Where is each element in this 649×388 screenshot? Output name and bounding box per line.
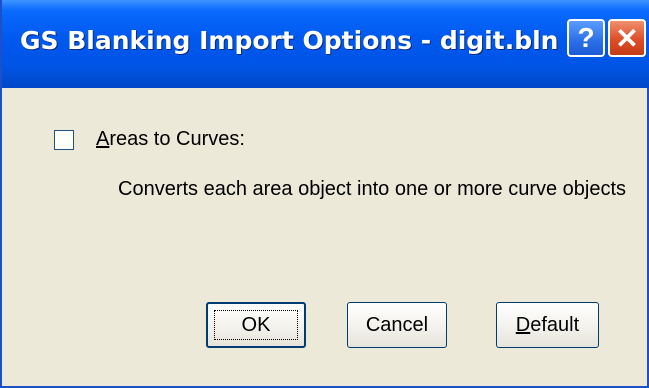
default-accelerator: D [515,313,531,336]
cancel-button-label: Cancel [365,313,429,336]
focus-rectangle [214,310,298,340]
default-button[interactable]: Default [496,302,599,348]
title-bar[interactable]: GS Blanking Import Options - digit.bln ?… [2,0,649,88]
dialog-window: GS Blanking Import Options - digit.bln ?… [0,0,649,388]
areas-to-curves-description: Converts each area object into one or mo… [118,178,627,200]
window-title: GS Blanking Import Options - digit.bln [20,26,559,55]
default-button-label: Default [516,314,579,337]
default-label-text: efault [530,313,580,336]
areas-to-curves-checkbox[interactable] [54,130,74,150]
help-icon[interactable]: ? [567,19,605,57]
label-text: reas to Curves: [109,128,245,150]
dialog-body: Areas to Curves: Converts each area obje… [2,88,647,386]
close-icon[interactable]: ✕ [608,19,646,57]
ok-button[interactable]: OK [206,302,306,348]
cancel-button[interactable]: Cancel [347,302,447,348]
areas-to-curves-label[interactable]: Areas to Curves: [96,128,245,151]
label-accelerator: A [96,128,110,150]
